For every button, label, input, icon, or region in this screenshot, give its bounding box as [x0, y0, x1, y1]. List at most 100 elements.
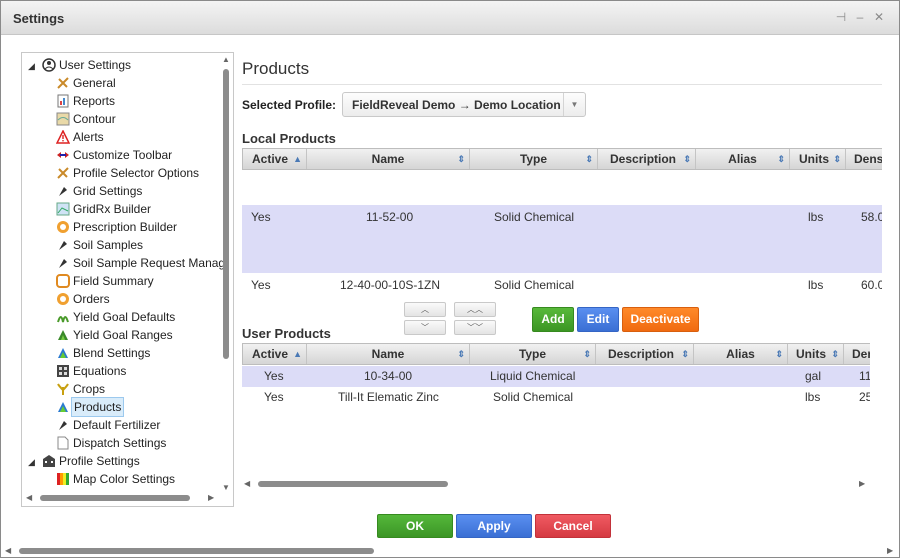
scroll-right-icon[interactable]: ▶: [208, 493, 214, 502]
collapse-icon[interactable]: ◢: [28, 57, 38, 75]
column-header-description[interactable]: Description ⇕: [596, 344, 694, 364]
sort-ascending-icon: ▲: [293, 349, 302, 359]
scroll-left-icon[interactable]: ◀: [5, 546, 11, 555]
table-row[interactable]: Yes Till-It Elematic Zinc Solid Chemical…: [242, 387, 870, 408]
products-icon: [56, 400, 70, 414]
column-header-units[interactable]: Units ⇕: [790, 149, 846, 169]
scroll-left-icon[interactable]: ◀: [244, 479, 250, 488]
tree-item-label: General: [73, 76, 116, 90]
tree-item-label: Field Summary: [73, 274, 154, 288]
tree-item-label: Yield Goal Defaults: [73, 310, 176, 324]
scroll-right-icon[interactable]: ▶: [859, 479, 865, 488]
sort-ascending-icon: ▲: [293, 154, 302, 164]
ok-button[interactable]: OK: [377, 514, 453, 538]
cell-units: gal: [805, 369, 822, 383]
crops-icon: [56, 382, 70, 396]
column-header-type[interactable]: Type ⇕: [470, 149, 598, 169]
reports-icon: [56, 94, 70, 108]
column-header-density[interactable]: Der: [844, 344, 870, 364]
yield-ranges-icon: [56, 328, 70, 342]
double-chevron-up-icon: ︿︿: [467, 305, 483, 314]
scroll-up-icon[interactable]: ▲: [222, 55, 230, 64]
cell-density: 11: [859, 369, 870, 383]
cancel-button[interactable]: Cancel: [535, 514, 611, 538]
products-panel: Products Selected Profile: FieldReveal D…: [242, 52, 882, 507]
move-down-button[interactable]: ﹀: [404, 320, 446, 335]
tree-item-label: User Settings: [59, 58, 132, 72]
equations-icon: [56, 364, 70, 378]
tree-item-label: Crops: [73, 382, 106, 396]
dispatch-icon: [56, 436, 70, 450]
cell-active: Yes: [264, 390, 284, 404]
column-header-name[interactable]: Name ⇕: [307, 344, 470, 364]
profile-selector-icon: [56, 166, 70, 180]
column-header-description[interactable]: Description ⇕: [598, 149, 696, 169]
scroll-thumb[interactable]: [40, 495, 190, 501]
scroll-down-icon[interactable]: ▼: [222, 483, 230, 492]
close-icon[interactable]: ✕: [872, 10, 886, 24]
tree-horizontal-scrollbar[interactable]: ◀ ▶: [26, 493, 219, 503]
fertilizer-icon: [56, 418, 70, 432]
cell-active: Yes: [264, 369, 284, 383]
map-color-icon: [56, 472, 70, 486]
scroll-left-icon[interactable]: ◀: [26, 493, 32, 502]
cell-units: lbs: [808, 210, 824, 224]
deactivate-button[interactable]: Deactivate: [622, 307, 699, 332]
local-products-grid: Active ▲ Name ⇕ Type ⇕ Description ⇕ Alias ⇕ …: [242, 148, 882, 300]
tree-item-label: Equations: [73, 364, 127, 378]
chevron-down-icon: ﹀: [421, 323, 429, 332]
tree-vertical-scrollbar[interactable]: ▲ ▼: [221, 55, 231, 492]
tree-item-label: Yield Goal Ranges: [73, 328, 173, 342]
title-bar: Settings ⊣ – ✕: [1, 1, 899, 35]
column-header-name[interactable]: Name ⇕: [307, 149, 470, 169]
sort-icon: ⇕: [681, 349, 689, 359]
selected-profile-label: Selected Profile:: [242, 98, 337, 112]
cell-units: lbs: [805, 390, 821, 404]
sort-icon: ⇕: [585, 154, 593, 164]
cell-name: Till-It Elematic Zinc: [338, 390, 439, 404]
pin-icon[interactable]: ⊣: [834, 10, 848, 24]
profile-select[interactable]: FieldReveal Demo → Demo Location ▼: [342, 92, 586, 117]
collapse-icon[interactable]: ◢: [28, 453, 38, 471]
sort-icon: ⇕: [833, 154, 841, 164]
general-icon: [56, 76, 70, 90]
minimize-icon[interactable]: –: [853, 10, 867, 24]
dialog-horizontal-scrollbar[interactable]: ◀ ▶: [5, 545, 897, 557]
tree-item-label: Blend Settings: [73, 346, 151, 360]
table-row[interactable]: Yes 12-40-00-10S-1ZN Solid Chemical lbs …: [242, 276, 882, 296]
scroll-thumb[interactable]: [223, 69, 229, 359]
window-title: Settings: [13, 11, 65, 26]
column-header-alias[interactable]: Alias ⇕: [694, 344, 788, 364]
column-header-active[interactable]: Active ▲: [243, 149, 307, 169]
move-top-button[interactable]: ︿︿: [454, 302, 496, 317]
column-header-type[interactable]: Type ⇕: [470, 344, 596, 364]
scroll-right-icon[interactable]: ▶: [887, 546, 893, 555]
column-header-density[interactable]: Density: [846, 149, 882, 169]
tree-item-label: Customize Toolbar: [73, 148, 173, 162]
grid-icon: [56, 184, 70, 198]
apply-button[interactable]: Apply: [456, 514, 532, 538]
scroll-thumb[interactable]: [258, 481, 448, 487]
move-bottom-button[interactable]: ﹀﹀: [454, 320, 496, 335]
tree-item-label: Orders: [73, 292, 110, 306]
user-products-horizontal-scrollbar[interactable]: ◀ ▶: [242, 479, 872, 489]
table-row[interactable]: Yes 11-52-00 Solid Chemical lbs 58.00: [242, 205, 882, 273]
cell-type: Solid Chemical: [493, 390, 574, 404]
table-row[interactable]: Yes 10-34-00 Liquid Chemical gal 11: [242, 366, 870, 387]
double-chevron-down-icon: ﹀﹀: [467, 323, 483, 332]
column-header-alias[interactable]: Alias ⇕: [696, 149, 790, 169]
cell-active: Yes: [251, 278, 271, 292]
sort-icon: ⇕: [683, 154, 691, 164]
move-up-button[interactable]: ︿: [404, 302, 446, 317]
gridrx-icon: [56, 202, 70, 216]
column-header-units[interactable]: Units ⇕: [788, 344, 844, 364]
sort-icon: ⇕: [457, 154, 465, 164]
scroll-thumb[interactable]: [19, 548, 374, 554]
add-button[interactable]: Add: [532, 307, 574, 332]
cell-name: 10-34-00: [364, 369, 413, 383]
chevron-down-icon[interactable]: ▼: [563, 93, 585, 116]
edit-button[interactable]: Edit: [577, 307, 619, 332]
column-header-active[interactable]: Active ▲: [243, 344, 307, 364]
tree-item-label: Dispatch Settings: [73, 436, 167, 450]
cell-density: 58.00: [861, 210, 882, 224]
